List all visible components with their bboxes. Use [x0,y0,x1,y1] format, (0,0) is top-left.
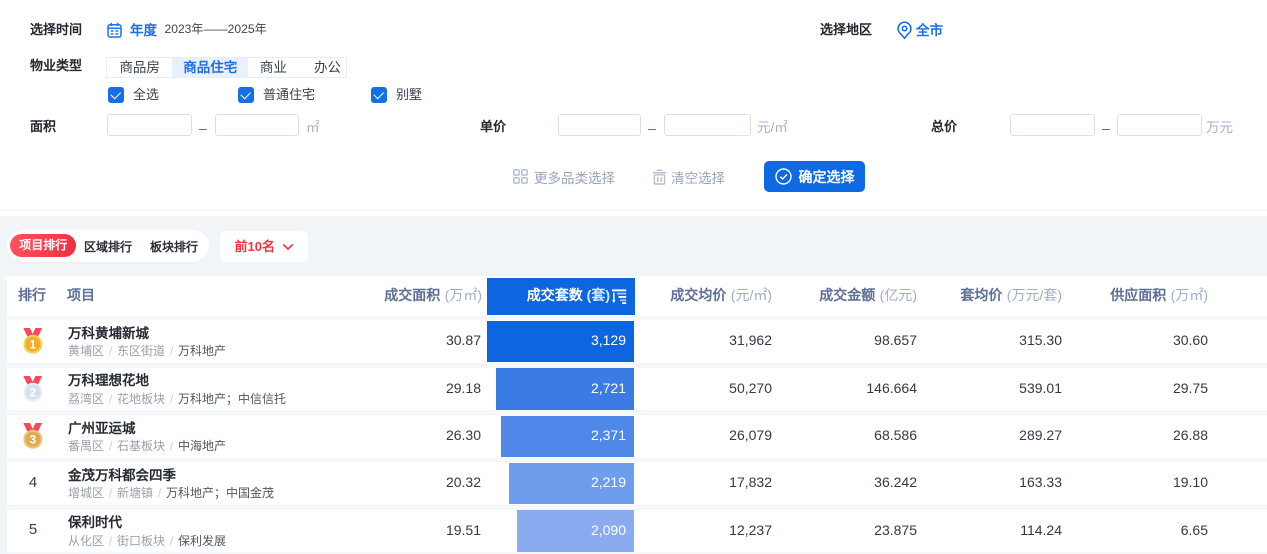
svg-text:1: 1 [30,338,37,352]
svg-text:3: 3 [30,432,37,446]
svg-text:2: 2 [30,385,37,399]
